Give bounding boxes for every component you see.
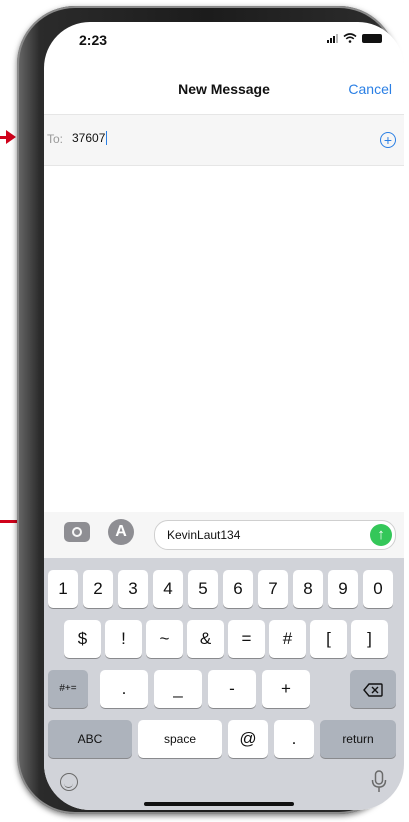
signal-icon — [327, 33, 338, 43]
annotation-arrow-to-field — [0, 130, 16, 144]
key-hyphen[interactable]: - — [208, 670, 256, 708]
key-0[interactable]: 0 — [363, 570, 393, 608]
key-ampersand[interactable]: & — [187, 620, 224, 658]
keyboard: 1 2 3 4 5 6 7 8 9 0 $ ! ~ & = # [ ] #+= … — [44, 558, 404, 810]
recipient-value: 37607 — [72, 131, 106, 145]
key-5[interactable]: 5 — [188, 570, 218, 608]
screen: 2:23 New Message Cancel To: 37607 + A Ke… — [44, 22, 404, 810]
home-indicator[interactable] — [144, 802, 294, 806]
message-text: KevinLaut134 — [167, 528, 241, 542]
message-input[interactable]: KevinLaut134 ↑ — [154, 520, 396, 550]
key-equals[interactable]: = — [228, 620, 265, 658]
key-6[interactable]: 6 — [223, 570, 253, 608]
to-label: To: — [47, 132, 64, 146]
compose-bar: A KevinLaut134 ↑ — [44, 512, 404, 558]
key-at[interactable]: @ — [228, 720, 268, 758]
key-4[interactable]: 4 — [153, 570, 183, 608]
key-8[interactable]: 8 — [293, 570, 323, 608]
nav-bar: New Message Cancel — [44, 66, 404, 115]
wifi-icon — [343, 33, 357, 43]
key-2[interactable]: 2 — [83, 570, 113, 608]
key-space[interactable]: space — [138, 720, 222, 758]
status-time: 2:23 — [79, 32, 108, 48]
microphone-icon[interactable] — [370, 770, 388, 794]
emoji-icon[interactable] — [60, 773, 78, 791]
status-icons — [327, 33, 382, 43]
key-1[interactable]: 1 — [48, 570, 78, 608]
text-caret — [106, 131, 108, 145]
recipient-row[interactable]: To: 37607 + — [44, 115, 404, 166]
key-right-bracket[interactable]: ] — [351, 620, 388, 658]
arrow-up-icon: ↑ — [377, 526, 385, 543]
cancel-button[interactable]: Cancel — [348, 81, 392, 97]
key-return[interactable]: return — [320, 720, 396, 758]
status-bar: 2:23 — [44, 22, 404, 66]
message-thread-area — [44, 166, 404, 511]
appstore-icon[interactable]: A — [108, 519, 134, 545]
key-period[interactable]: . — [100, 670, 148, 708]
battery-icon — [362, 33, 382, 43]
key-3[interactable]: 3 — [118, 570, 148, 608]
key-dot[interactable]: . — [274, 720, 314, 758]
camera-icon[interactable] — [64, 522, 90, 542]
key-symbols-toggle[interactable]: #+= — [48, 670, 88, 708]
key-underscore[interactable]: _ — [154, 670, 202, 708]
key-7[interactable]: 7 — [258, 570, 288, 608]
key-abc[interactable]: ABC — [48, 720, 132, 758]
key-exclamation[interactable]: ! — [105, 620, 142, 658]
key-delete[interactable] — [350, 670, 396, 708]
key-dollar[interactable]: $ — [64, 620, 101, 658]
recipient-input[interactable]: 37607 — [72, 131, 108, 145]
key-plus[interactable]: + — [262, 670, 310, 708]
key-9[interactable]: 9 — [328, 570, 358, 608]
plus-circle-icon[interactable]: + — [380, 132, 396, 148]
phone-frame: 2:23 New Message Cancel To: 37607 + A Ke… — [17, 6, 404, 814]
backspace-icon — [363, 683, 383, 697]
key-tilde[interactable]: ~ — [146, 620, 183, 658]
key-left-bracket[interactable]: [ — [310, 620, 347, 658]
send-button[interactable]: ↑ — [370, 524, 392, 546]
key-hash[interactable]: # — [269, 620, 306, 658]
